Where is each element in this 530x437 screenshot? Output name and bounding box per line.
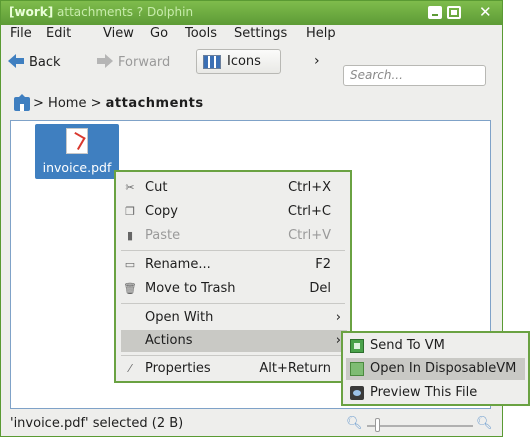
context-menu: ✂ Cut Ctrl+X ❐ Copy Ctrl+C ▮ Paste Ctrl+V ▭… [114,170,352,383]
minimize-button[interactable] [428,6,442,19]
maximize-button[interactable] [447,6,461,19]
menu-separator [121,303,345,304]
zoom-slider-handle[interactable] [375,418,380,432]
menu-go[interactable]: Go [150,26,168,41]
menu-separator [121,355,345,356]
menu-tools[interactable]: Tools [185,26,217,41]
status-text: 'invoice.pdf' selected (2 B) [10,416,184,431]
menu-edit[interactable]: Edit [46,26,71,41]
menu-item-send-to-vm[interactable]: Send To VM [343,335,528,357]
title-bar[interactable]: [work] attachments ? Dolphin ✕ [1,1,502,25]
zoom-in-icon[interactable]: 🔍︎ [476,416,493,431]
zoom-out-icon[interactable]: 🔍︎ [346,416,363,431]
window-title: [work] attachments ? Dolphin [9,5,194,19]
menu-help[interactable]: Help [306,26,336,41]
view-mode-icons-button[interactable]: Icons [196,49,281,74]
disposable-vm-icon [350,362,364,376]
actions-submenu: Send To VM Open In DisposableVM Preview … [341,331,530,406]
scissors-icon: ✂ [125,181,135,194]
file-item-invoice[interactable]: invoice.pdf [35,124,119,179]
breadcrumb: > Home > attachments [1,94,502,115]
menu-item-cut[interactable]: ✂ Cut Ctrl+X [116,177,350,199]
home-icon[interactable] [14,94,30,111]
search-input[interactable]: Search... [343,65,486,86]
menu-item-preview-this-file[interactable]: Preview This File [343,382,528,404]
menu-settings[interactable]: Settings [234,26,287,41]
menu-separator [121,250,345,251]
forward-button[interactable]: Forward [97,54,170,70]
menu-item-actions[interactable]: Actions › [121,330,347,352]
breadcrumb-separator: > [90,96,102,111]
preview-icon [350,386,364,400]
paste-icon: ▮ [126,229,134,242]
menu-item-rename[interactable]: ▭ Rename... F2 [116,254,350,276]
trash-icon: 🗑︎ [123,282,137,295]
breadcrumb-separator: > [33,96,44,111]
back-button[interactable]: Back [8,54,61,70]
file-name: invoice.pdf [42,160,112,175]
back-arrow-icon [8,54,24,68]
breadcrumb-home[interactable]: Home [48,96,86,111]
menu-item-open-in-disposable-vm[interactable]: Open In DisposableVM [346,358,525,380]
toolbar-overflow-button[interactable]: › [314,53,320,69]
menu-item-copy[interactable]: ❐ Copy Ctrl+C [116,201,350,223]
menu-item-move-to-trash[interactable]: 🗑︎ Move to Trash Del [116,278,350,300]
copy-icon: ❐ [125,205,135,218]
chevron-right-icon: › [335,310,341,325]
rename-icon: ▭ [124,258,136,271]
forward-arrow-icon [97,54,113,68]
menu-item-paste[interactable]: ▮ Paste Ctrl+V [116,225,350,247]
menu-item-open-with[interactable]: Open With › [116,307,350,329]
menu-view[interactable]: View [103,26,134,41]
zoom-slider-track[interactable] [367,425,473,427]
close-button[interactable]: ✕ [479,3,492,21]
pdf-icon [66,128,88,154]
icon-view-icon [203,55,221,69]
properties-icon: ⁄ [129,362,131,375]
menu-file[interactable]: File [10,26,32,41]
breadcrumb-current[interactable]: attachments [106,96,204,111]
menu-bar: File Edit View Go Tools Settings Help [1,25,502,45]
menu-item-properties[interactable]: ⁄ Properties Alt+Return [116,358,350,380]
status-bar: 'invoice.pdf' selected (2 B) 🔍︎ 🔍︎ [1,413,502,435]
send-vm-icon [350,339,364,353]
